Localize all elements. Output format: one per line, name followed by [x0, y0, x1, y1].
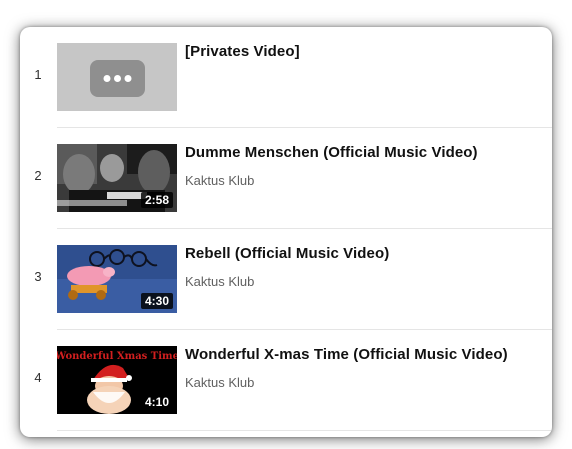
video-thumbnail[interactable] — [57, 43, 177, 111]
playlist-item[interactable]: 2 2:58 Dumme Menschen (Official Music Vi… — [20, 128, 552, 229]
video-title[interactable]: Dumme Menschen (Official Music Video) — [185, 144, 544, 161]
item-index: 3 — [34, 269, 42, 284]
xmas-logo-text: Wonderful Xmas Time — [57, 351, 177, 362]
row-divider — [57, 430, 552, 431]
item-index: 2 — [34, 168, 42, 183]
item-index: 1 — [34, 67, 42, 82]
item-index: 4 — [34, 370, 42, 385]
channel-name[interactable]: Kaktus Klub — [185, 375, 254, 390]
duration-badge: 4:30 — [140, 293, 173, 309]
playlist-item[interactable]: 4 Wonderful Xmas Time 4:10 Wonderful X-m… — [20, 330, 552, 431]
channel-name[interactable]: Kaktus Klub — [185, 173, 254, 188]
video-thumbnail[interactable]: 4:30 — [57, 245, 177, 313]
playlist-panel: 1 [Privates Video] 2 2:58 Dumme Menschen… — [20, 27, 552, 437]
playlist-item[interactable]: 1 [Privates Video] — [20, 27, 552, 128]
video-title[interactable]: Wonderful X-mas Time (Official Music Vid… — [185, 346, 544, 363]
duration-badge: 4:10 — [140, 394, 173, 410]
video-title[interactable]: Rebell (Official Music Video) — [185, 245, 544, 262]
duration-badge: 2:58 — [140, 192, 173, 208]
more-horiz-icon — [90, 60, 145, 97]
channel-name[interactable]: Kaktus Klub — [185, 274, 254, 289]
playlist-item[interactable]: 3 4:30 Rebell (Official Music Video) Kak… — [20, 229, 552, 330]
video-thumbnail[interactable]: 2:58 — [57, 144, 177, 212]
video-thumbnail[interactable]: Wonderful Xmas Time 4:10 — [57, 346, 177, 414]
video-title[interactable]: [Privates Video] — [185, 43, 544, 60]
